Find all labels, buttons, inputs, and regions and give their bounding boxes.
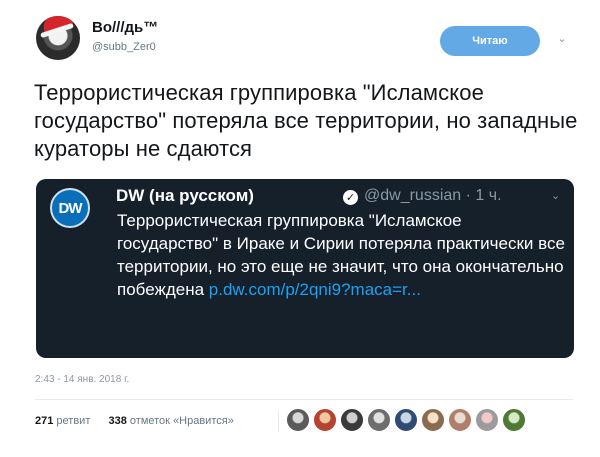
tweet-timestamp[interactable]: 2:43 - 14 янв. 2018 г. <box>35 374 129 385</box>
quoted-tweet-card[interactable]: DW DW (на русском) ✓ @dw_russian · 1 ч. … <box>36 179 574 358</box>
liker-avatar[interactable] <box>367 408 391 432</box>
quoted-author-meta[interactable]: @dw_russian · 1 ч. <box>364 187 502 205</box>
verified-badge-icon: ✓ <box>343 190 358 205</box>
liker-avatar[interactable] <box>340 408 364 432</box>
liker-avatar[interactable] <box>394 408 418 432</box>
engagement-stats: 271 ретвит 338 отметок «Нравится» <box>35 415 234 427</box>
likes-label[interactable]: отметок «Нравится» <box>130 415 234 427</box>
retweets-count[interactable]: 271 <box>35 415 53 427</box>
author-display-name[interactable]: Во///дь™ <box>92 19 158 36</box>
author-handle[interactable]: @subb_Zer0 <box>92 41 156 53</box>
retweets-label[interactable]: ретвит <box>56 415 90 427</box>
quoted-link[interactable]: p.dw.com/p/2qni9?maca=r... <box>209 280 421 299</box>
tweet-text: Террористическая группировка "Исламское … <box>34 80 578 161</box>
liker-avatar[interactable] <box>448 408 472 432</box>
liker-avatar[interactable] <box>313 408 337 432</box>
chevron-down-icon[interactable]: ⌄ <box>555 31 569 45</box>
liker-avatar[interactable] <box>475 408 499 432</box>
quoted-chevron-down-icon[interactable]: ⌄ <box>551 189 560 202</box>
stats-separator <box>278 410 279 432</box>
author-avatar[interactable] <box>36 16 80 60</box>
liker-avatar[interactable] <box>286 408 310 432</box>
dw-logo-icon: DW <box>50 188 90 228</box>
likes-count[interactable]: 338 <box>108 415 126 427</box>
quoted-tweet-text: Террористическая группировка "Исламское … <box>117 209 567 301</box>
likers-avatars[interactable] <box>286 408 526 434</box>
liker-avatar[interactable] <box>421 408 445 432</box>
following-button[interactable]: Читаю <box>440 26 540 56</box>
divider <box>35 399 573 400</box>
liker-avatar[interactable] <box>502 408 526 432</box>
quoted-author-name[interactable]: DW (на русском) <box>116 186 254 206</box>
